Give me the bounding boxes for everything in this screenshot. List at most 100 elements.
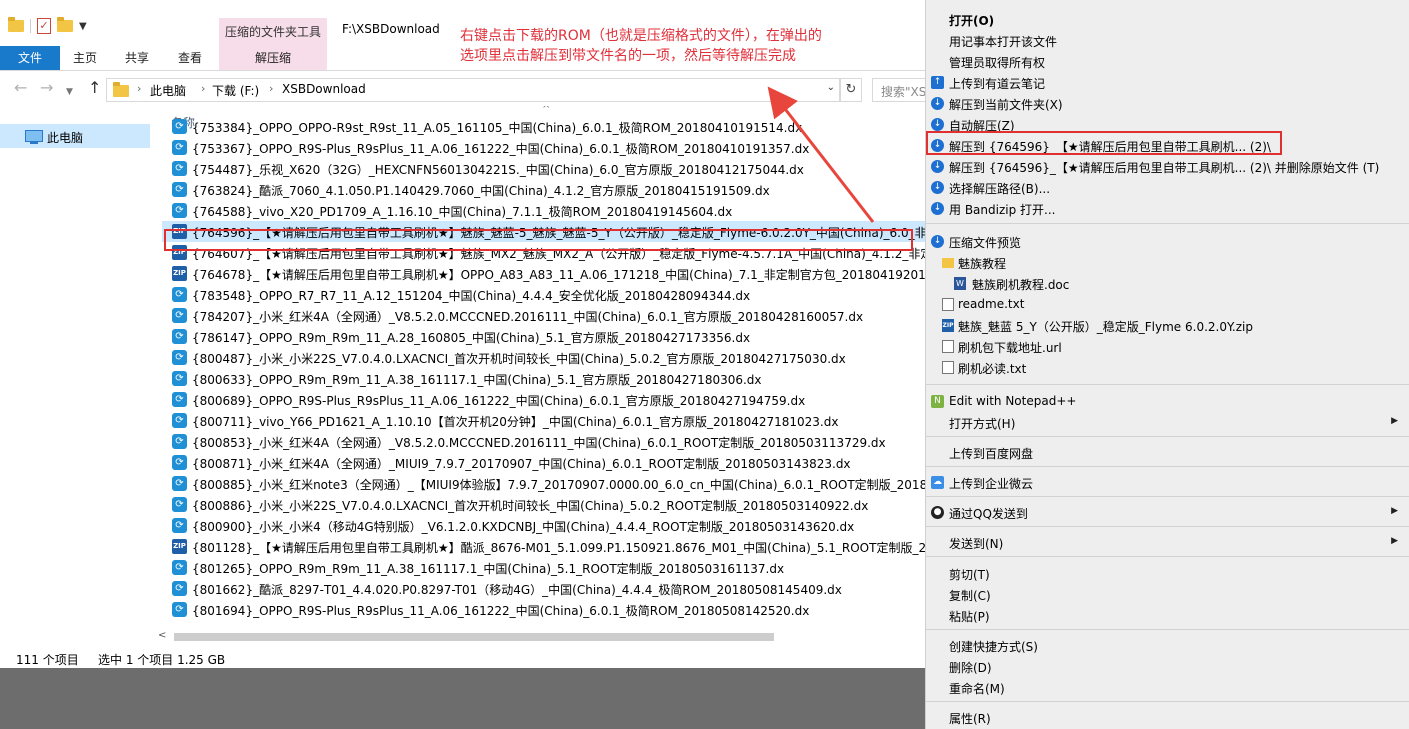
chevron-down-icon[interactable]: ⌄ (827, 82, 835, 93)
file-row[interactable]: ⟳ {801694}_OPPO_R9S-Plus_R9sPlus_11_A.06_… (162, 599, 925, 620)
scroll-left-icon[interactable]: < (158, 630, 166, 641)
menu-item-upload-youdao[interactable]: ↑ 上传到有道云笔记 (926, 72, 1409, 93)
file-row[interactable]: ZIP {764607}_【★请解压后用包里自带工具刷机★】魅族_MX2_魅族_M… (162, 242, 925, 263)
tab-home[interactable]: 主页 (62, 46, 108, 70)
dx-file-icon: ⟳ (172, 308, 187, 323)
file-name: {800900}_小米_小米4（移动4G特别版）_V6.1.2.0.KXDCNB… (192, 520, 855, 534)
file-row[interactable]: ⟳ {800886}_小米_小米22S_V7.0.4.0.LXACNCI_首次开机… (162, 494, 925, 515)
tab-file[interactable]: 文件 (0, 46, 60, 70)
menu-divider (926, 223, 1409, 224)
preview-item-label: 魅族刷机教程.doc (972, 278, 1070, 292)
recent-locations-chevron-icon[interactable]: ▼ (66, 84, 73, 100)
nav-item-this-pc[interactable]: 此电脑 (0, 124, 150, 148)
file-row[interactable]: ⟳ {800871}_小米_红米4A（全网通）_MIUI9_7.9.7_20170… (162, 452, 925, 473)
file-row[interactable]: ⟳ {801662}_酷派_8297-T01_4.4.020.P0.8297-T0… (162, 578, 925, 599)
file-row[interactable]: ⟳ {784207}_小米_红米4A（全网通）_V8.5.2.0.MCCCNED.… (162, 305, 925, 326)
up-arrow-icon[interactable]: ↑ (88, 80, 101, 96)
file-name: {764588}_vivo_X20_PD1709_A_1.16.10_中国(Ch… (192, 205, 733, 219)
breadcrumb-separator-icon[interactable]: › (269, 82, 273, 95)
breadcrumb-xsbdownload[interactable]: XSBDownload (282, 82, 366, 96)
submenu-arrow-icon: ▶ (1391, 506, 1398, 516)
menu-item-delete[interactable]: 删除(D) (926, 656, 1409, 677)
file-row[interactable]: ⟳ {801265}_OPPO_R9m_R9m_11_A.38_161117.1_… (162, 557, 925, 578)
breadcrumb-separator-icon[interactable]: › (201, 82, 205, 95)
menu-item-send-qq[interactable]: ● 通过QQ发送到 ▶ (926, 502, 1409, 523)
menu-item-notepadpp[interactable]: N Edit with Notepad++ (926, 391, 1409, 412)
search-input[interactable]: 搜索"XS (872, 78, 925, 102)
preview-item[interactable]: readme.txt (926, 294, 1409, 315)
context-menu: 打开(O) 用记事本打开该文件 管理员取得所有权 ↑ 上传到有道云笔记 ↓ 解压到当… (925, 0, 1409, 729)
menu-item-rename[interactable]: 重命名(M) (926, 677, 1409, 698)
breadcrumb-this-pc[interactable]: 此电脑 (150, 82, 186, 99)
menu-item-preview[interactable]: ↓ 压缩文件预览 (926, 231, 1409, 252)
file-name: {800871}_小米_红米4A（全网通）_MIUI9_7.9.7_201709… (192, 457, 851, 471)
file-row[interactable]: ⟳ {800900}_小米_小米4（移动4G特别版）_V6.1.2.0.KXDCN… (162, 515, 925, 536)
menu-item-open-notepad[interactable]: 用记事本打开该文件 (926, 30, 1409, 51)
folder-icon[interactable] (8, 17, 24, 32)
menu-item-choose-path[interactable]: ↓ 选择解压路径(B)... (926, 177, 1409, 198)
file-row[interactable]: ⟳ {763824}_酷派_7060_4.1.050.P1.140429.7060… (162, 179, 925, 200)
menu-item-create-shortcut[interactable]: 创建快捷方式(S) (926, 635, 1409, 656)
file-row[interactable]: ⟳ {800689}_OPPO_R9S-Plus_R9sPlus_11_A.06_… (162, 389, 925, 410)
dx-file-icon: ⟳ (172, 182, 187, 197)
menu-item-open[interactable]: 打开(O) (926, 9, 1409, 30)
refresh-icon[interactable]: ↻ (840, 78, 862, 102)
menu-item-open-with[interactable]: 打开方式(H) ▶ (926, 412, 1409, 433)
menu-item-upload-wework[interactable]: ☁ 上传到企业微云 (926, 472, 1409, 493)
file-row[interactable]: ⟳ {783548}_OPPO_R7_R7_11_A.12_151204_中国(C… (162, 284, 925, 305)
menu-item-copy[interactable]: 复制(C) (926, 584, 1409, 605)
menu-item-upload-baidu[interactable]: 上传到百度网盘 (926, 442, 1409, 463)
menu-item-cut[interactable]: 剪切(T) (926, 563, 1409, 584)
tab-extract[interactable]: 解压缩 (219, 46, 327, 70)
menu-item-open-bandizip[interactable]: ↓ 用 Bandizip 打开... (926, 198, 1409, 219)
file-row[interactable]: ZIP {764678}_【★请解压后用包里自带工具刷机★】OPPO_A83_A8… (162, 263, 925, 284)
file-row[interactable]: ⟳ {786147}_OPPO_R9m_R9m_11_A.28_160805_中国… (162, 326, 925, 347)
menu-item-auto-extract[interactable]: ↓ 自动解压(Z) (926, 114, 1409, 135)
address-bar[interactable]: › 此电脑 › 下载 (F:) › XSBDownload ⌄ (106, 78, 840, 102)
menu-item-paste[interactable]: 粘贴(P) (926, 605, 1409, 626)
dx-file-icon: ⟳ (172, 161, 187, 176)
file-row[interactable]: ⟳ {800853}_小米_红米4A（全网通）_V8.5.2.0.MCCCNED.… (162, 431, 925, 452)
file-row[interactable]: ⟳ {764588}_vivo_X20_PD1709_A_1.16.10_中国(C… (162, 200, 925, 221)
word-doc-icon: W (954, 277, 966, 290)
menu-item-admin-ownership[interactable]: 管理员取得所有权 (926, 51, 1409, 72)
preview-item[interactable]: W 魅族刷机教程.doc (926, 273, 1409, 294)
bandizip-icon: ↓ (931, 139, 944, 152)
tab-share[interactable]: 共享 (114, 46, 160, 70)
file-row[interactable]: ⟳ {800487}_小米_小米22S_V7.0.4.0.LXACNCI_首次开机… (162, 347, 925, 368)
file-row[interactable]: ZIP {801128}_【★请解压后用包里自带工具刷机★】酷派_8676-M01… (162, 536, 925, 557)
menu-item-extract-to-folder[interactable]: ↓ 解压到 {764596}_【★请解压后用包里自带工具刷机... (2)\ (926, 135, 1409, 156)
breadcrumb-separator-icon[interactable]: › (137, 82, 141, 95)
file-row[interactable]: ⟳ {754487}_乐视_X620（32G）_HEXCNFN5601304221… (162, 158, 925, 179)
file-row[interactable]: ⟳ {753384}_OPPO_OPPO-R9st_R9st_11_A.05_16… (162, 116, 925, 137)
preview-item[interactable]: 刷机包下载地址.url (926, 336, 1409, 357)
dx-file-icon: ⟳ (172, 476, 187, 491)
search-placeholder: 搜索"XS (881, 85, 925, 99)
customize-toolbar-icon[interactable]: ▼ (79, 21, 87, 32)
menu-item-extract-here[interactable]: ↓ 解压到当前文件夹(X) (926, 93, 1409, 114)
preview-item[interactable]: ZIP 魅族_魅蓝 5_Y（公开版）_稳定版_Flyme 6.0.2.0Y.zip (926, 315, 1409, 336)
horizontal-scrollbar[interactable]: < (152, 630, 925, 644)
file-name: {783548}_OPPO_R7_R7_11_A.12_151204_中国(Ch… (192, 289, 751, 303)
menu-item-extract-and-delete[interactable]: ↓ 解压到 {764596}_【★请解压后用包里自带工具刷机... (2)\ 并删… (926, 156, 1409, 177)
file-row[interactable]: ⟳ {753367}_OPPO_R9S-Plus_R9sPlus_11_A.06_… (162, 137, 925, 158)
forward-arrow-icon[interactable]: → (40, 80, 53, 96)
dx-file-icon: ⟳ (172, 371, 187, 386)
scrollbar-thumb[interactable] (174, 633, 774, 641)
menu-divider (926, 526, 1409, 527)
preview-item[interactable]: 刷机必读.txt (926, 357, 1409, 378)
preview-item[interactable]: 魅族教程 (926, 252, 1409, 273)
back-arrow-icon[interactable]: ← (14, 80, 27, 96)
file-row[interactable]: ZIP {764596}_【★请解压后用包里自带工具刷机★】魅族_魅蓝-5_魅族_… (162, 221, 925, 242)
new-folder-icon[interactable] (57, 17, 73, 32)
breadcrumb-drive-f[interactable]: 下载 (F:) (212, 82, 259, 99)
menu-divider (926, 556, 1409, 557)
menu-item-properties[interactable]: 属性(R) (926, 707, 1409, 728)
tab-view[interactable]: 查看 (166, 46, 214, 70)
file-row[interactable]: ⟳ {800711}_vivo_Y66_PD1621_A_1.10.10【首次开机… (162, 410, 925, 431)
properties-icon[interactable]: ✓ (37, 18, 51, 34)
instruction-annotation: 右键点击下载的ROM（也就是压缩格式的文件），在弹出的 选项里点击解压到带文件名… (460, 26, 880, 66)
file-row[interactable]: ⟳ {800885}_小米_红米note3（全网通）_【MIUI9体验版】7.9.… (162, 473, 925, 494)
file-row[interactable]: ⟳ {800633}_OPPO_R9m_R9m_11_A.38_161117.1_… (162, 368, 925, 389)
menu-item-send-to[interactable]: 发送到(N) ▶ (926, 532, 1409, 553)
